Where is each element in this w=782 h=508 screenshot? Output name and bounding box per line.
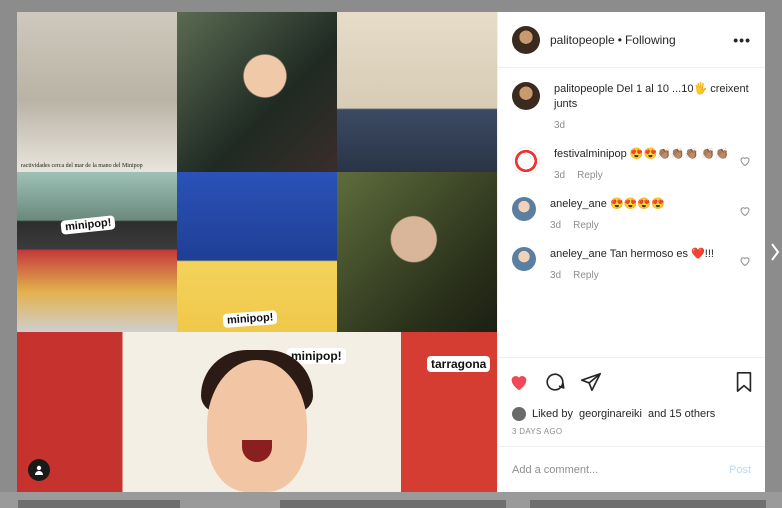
post-date[interactable]: 3 DAYS AGO xyxy=(498,423,765,446)
comment-time[interactable]: 3d xyxy=(554,118,565,133)
comment-time[interactable]: 3d xyxy=(554,168,565,183)
stage-logo: minipop! xyxy=(60,215,117,235)
reply-button[interactable]: Reply xyxy=(573,268,599,283)
commenter-avatar[interactable] xyxy=(512,82,540,110)
caption-comment: palitopeople Del 1 al 10 ...10🖐 creixent… xyxy=(512,82,751,133)
liker-username[interactable]: georginareiki xyxy=(579,408,642,420)
collage-tile-portrait xyxy=(337,172,497,332)
collage-tile-boy-waving: minipop! tarragona xyxy=(17,332,497,492)
collage-tile-drawing: minipop! xyxy=(177,172,337,332)
comment-text: 😍😍😍😍 xyxy=(609,198,665,210)
reply-button[interactable]: Reply xyxy=(577,168,603,183)
post-modal: ractividades cerca del mar de la mano de… xyxy=(17,12,765,492)
add-comment-bar: Post xyxy=(498,446,765,492)
comment-username[interactable]: festivalminipop xyxy=(554,148,627,160)
comment-text: 😍😍👏🏽👏🏽👏🏽 👏🏽👏🏽 xyxy=(629,148,729,160)
drawing-logo: minipop! xyxy=(222,310,278,328)
save-bookmark-icon[interactable] xyxy=(733,371,755,393)
collage-tile-father-son xyxy=(177,12,337,172)
comment-item: aneley_ane 😍😍😍😍 3d Reply xyxy=(512,197,751,233)
comment-username[interactable]: palitopeople xyxy=(554,83,613,95)
comment-like-heart-icon[interactable] xyxy=(739,205,751,217)
reply-button[interactable]: Reply xyxy=(573,218,599,233)
background-feed-strip xyxy=(0,492,782,508)
share-paper-plane-icon[interactable] xyxy=(580,371,602,393)
add-comment-input[interactable] xyxy=(512,463,729,476)
author-username[interactable]: palitopeople xyxy=(550,33,615,47)
comment-username[interactable]: aneley_ane xyxy=(550,248,607,260)
post-sidebar: palitopeople • Following ••• palitopeople … xyxy=(497,12,765,492)
action-bar xyxy=(498,357,765,405)
comment-item: aneley_ane Tan hermoso es ❤️!!! 3d Reply xyxy=(512,247,751,283)
likes-others-link[interactable]: and 15 others xyxy=(648,408,715,420)
more-options-icon[interactable]: ••• xyxy=(733,32,751,48)
comment-time[interactable]: 3d xyxy=(550,268,561,283)
comment-username[interactable]: aneley_ane xyxy=(550,198,607,210)
comments-list: palitopeople Del 1 al 10 ...10🖐 creixent… xyxy=(498,68,765,357)
collage-tile-posters xyxy=(337,12,497,172)
post-comment-button[interactable]: Post xyxy=(729,464,751,476)
collage-tile-stage: minipop! xyxy=(17,172,177,332)
comment-like-heart-icon[interactable] xyxy=(739,255,751,267)
commenter-avatar[interactable] xyxy=(512,147,540,175)
newspaper-caption: ractividades cerca del mar de la mano de… xyxy=(21,163,143,169)
comment-like-heart-icon[interactable] xyxy=(739,155,751,167)
feed-thumbnail xyxy=(18,500,180,508)
poster-text: tarragona xyxy=(427,356,491,372)
comment-text: Tan hermoso es ❤️!!! xyxy=(609,248,714,260)
collage-tile-newspaper: ractividades cerca del mar de la mano de… xyxy=(17,12,177,172)
comment-bubble-icon[interactable] xyxy=(544,371,566,393)
feed-thumbnail xyxy=(530,500,766,508)
commenter-avatar[interactable] xyxy=(512,247,536,271)
follow-status-button[interactable]: Following xyxy=(625,33,676,47)
likes-prefix: Liked by xyxy=(532,408,573,420)
post-image-collage[interactable]: ractividades cerca del mar de la mano de… xyxy=(17,12,497,492)
author-line: palitopeople • Following xyxy=(550,33,733,47)
like-heart-icon[interactable] xyxy=(508,371,530,393)
comment-item: festivalminipop 😍😍👏🏽👏🏽👏🏽 👏🏽👏🏽 3d Reply xyxy=(512,147,751,183)
author-avatar[interactable] xyxy=(512,25,540,54)
feed-thumbnail xyxy=(280,500,506,508)
comment-time[interactable]: 3d xyxy=(550,218,561,233)
boy-face xyxy=(207,360,307,492)
post-header: palitopeople • Following ••• xyxy=(498,12,765,68)
liker-avatar[interactable] xyxy=(512,407,526,421)
likes-line: Liked by georginareiki and 15 others xyxy=(498,405,765,423)
commenter-avatar[interactable] xyxy=(512,197,536,221)
next-post-chevron-icon[interactable] xyxy=(770,242,780,262)
tagged-users-icon[interactable] xyxy=(28,459,50,481)
header-separator: • xyxy=(617,32,622,47)
